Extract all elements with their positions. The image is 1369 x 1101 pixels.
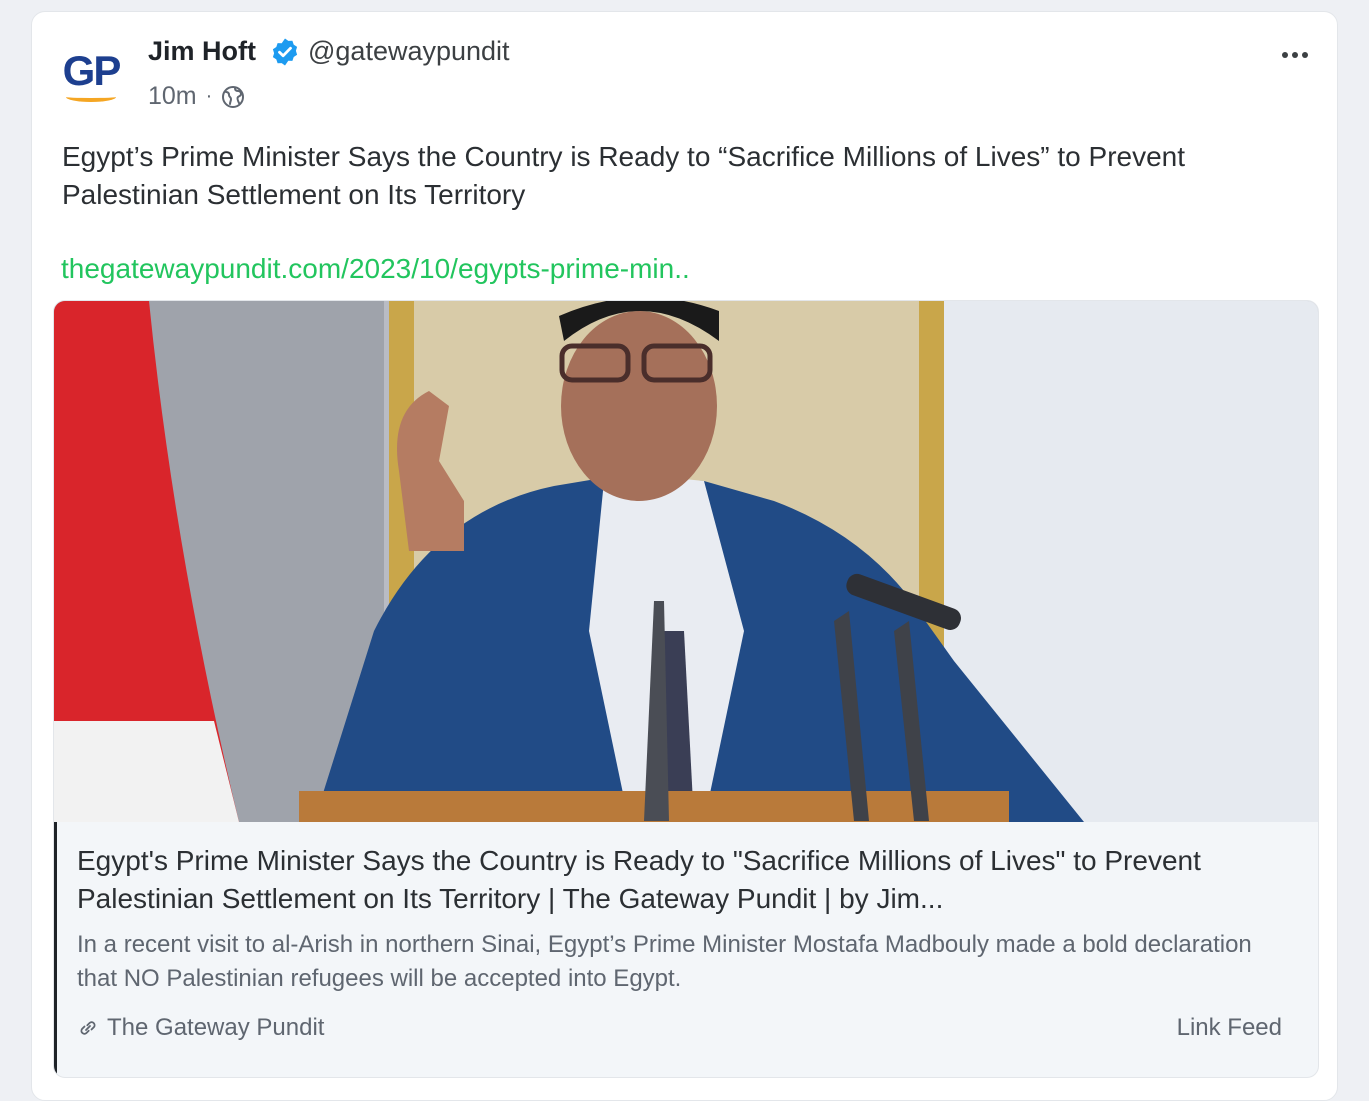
- post-link[interactable]: thegatewaypundit.com/2023/10/egypts-prim…: [61, 253, 690, 285]
- meta-separator: ·: [205, 85, 213, 107]
- preview-source-label: The Gateway Pundit: [107, 1014, 325, 1041]
- more-dot: [1282, 52, 1288, 58]
- link-preview-card[interactable]: Egypt's Prime Minister Says the Country …: [53, 300, 1319, 1078]
- post-card: GP Jim Hoft @gatewaypundit 10m · Egypt’s…: [31, 11, 1338, 1101]
- avatar-logo-text: GP: [62, 47, 122, 94]
- globe-icon: [221, 85, 245, 109]
- preview-body: Egypt's Prime Minister Says the Country …: [54, 822, 1318, 1077]
- author-handle[interactable]: @gatewaypundit: [308, 36, 510, 67]
- author-row: Jim Hoft @gatewaypundit: [148, 36, 510, 67]
- post-meta: 10m ·: [148, 82, 245, 111]
- link-icon: [77, 1017, 99, 1039]
- post-text: Egypt’s Prime Minister Says the Country …: [62, 141, 1186, 210]
- avatar[interactable]: GP: [56, 46, 126, 116]
- post-timestamp[interactable]: 10m: [148, 82, 197, 111]
- author-name[interactable]: Jim Hoft: [148, 36, 256, 67]
- preview-image: [54, 301, 1318, 822]
- preview-footer: The Gateway Pundit Link Feed: [77, 1014, 1282, 1042]
- preview-source[interactable]: The Gateway Pundit: [77, 1014, 324, 1042]
- verified-badge-icon: [270, 37, 300, 67]
- preview-description: In a recent visit to al-Arish in norther…: [77, 931, 1252, 992]
- more-dot: [1302, 52, 1308, 58]
- preview-title[interactable]: Egypt's Prime Minister Says the Country …: [77, 842, 1267, 918]
- more-options-icon[interactable]: [1275, 42, 1315, 68]
- more-dot: [1292, 52, 1298, 58]
- link-feed-label[interactable]: Link Feed: [1177, 1014, 1282, 1042]
- avatar-swoosh: [66, 92, 116, 102]
